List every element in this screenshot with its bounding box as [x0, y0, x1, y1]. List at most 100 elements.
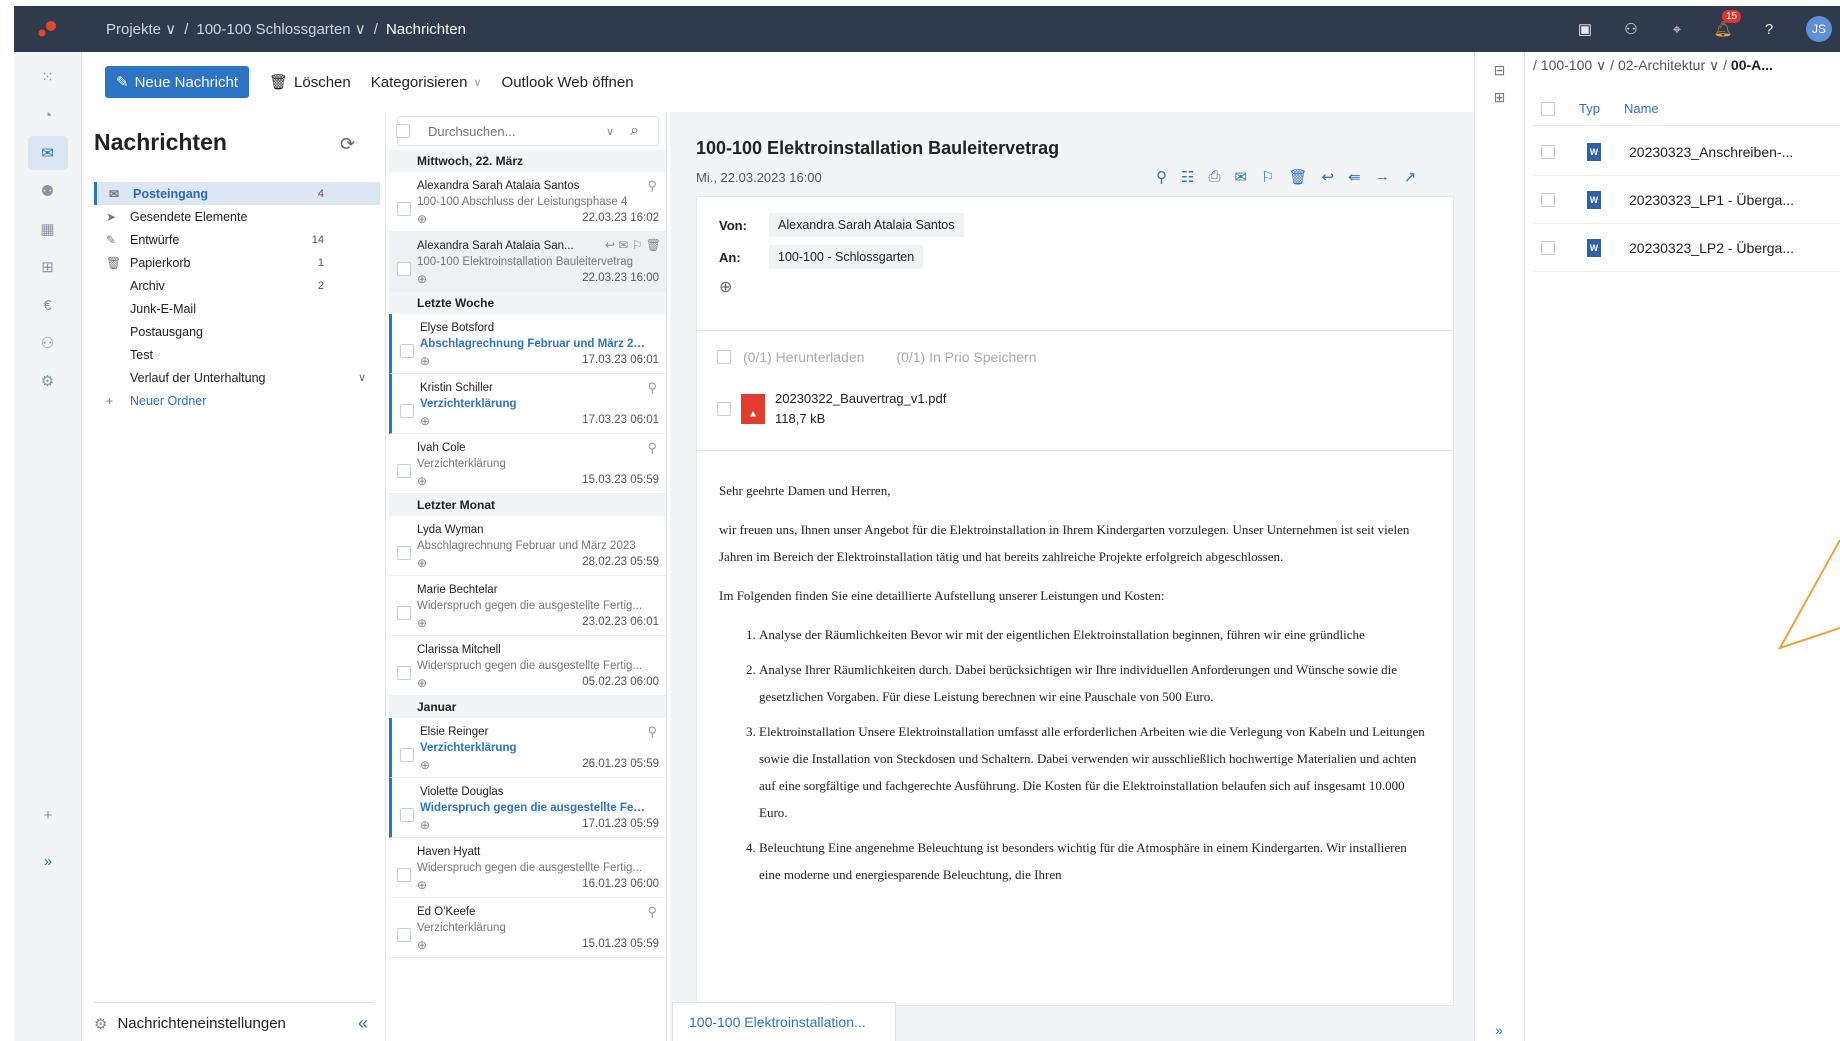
file-row[interactable]: W 20230323_LP2 - Überga... — [1533, 224, 1840, 272]
message-item[interactable]: Elyse Botsford Abschlagrechnung Februar u… — [389, 314, 666, 374]
message-checkbox[interactable] — [400, 404, 414, 418]
add-recipient-icon[interactable]: ⊕ — [719, 277, 1431, 297]
mail-icon[interactable]: ✉ — [27, 136, 68, 170]
file-row[interactable]: W 20230323_Anschreiben-... — [1533, 128, 1840, 176]
message-tab[interactable]: 100-100 Elektroinstallation... — [672, 1002, 896, 1041]
add-category-icon[interactable]: ⊕ — [420, 414, 430, 428]
add-category-icon[interactable]: ⊕ — [417, 212, 427, 226]
tree-icon[interactable]: ⊞ — [1490, 89, 1510, 106]
app-logo-icon[interactable] — [36, 20, 58, 38]
reply-all-icon[interactable]: ⇚ — [1348, 168, 1361, 186]
message-item[interactable]: Marie Bechtelar Widerspruch gegen die aus… — [389, 576, 666, 636]
attachment-item[interactable]: ⯅ 20230322_Bauvertrag_v1.pdf 118,7 kB — [717, 389, 946, 429]
message-item[interactable]: Clarissa Mitchell Widerspruch gegen die a… — [389, 636, 666, 696]
add-category-icon[interactable]: ⊕ — [417, 676, 427, 690]
folder-item[interactable]: 🗑︎ Papierkorb 1 — [94, 251, 380, 274]
search-input[interactable] — [428, 123, 598, 139]
delete-button[interactable]: 🗑︎ Löschen — [269, 73, 351, 92]
add-category-icon[interactable]: ⊕ — [420, 758, 430, 772]
list-icon[interactable]: ☷ — [1181, 168, 1194, 186]
help-icon[interactable]: ? — [1760, 20, 1778, 38]
crumb-projects[interactable]: Projekte ∨ — [106, 20, 176, 38]
new-folder-button[interactable]: + Neuer Ordner — [94, 389, 380, 412]
col-type[interactable]: Typ — [1579, 101, 1600, 116]
tools-icon[interactable]: ⌖ — [1668, 20, 1686, 38]
message-checkbox[interactable] — [397, 666, 411, 680]
users-icon[interactable]: ⚇ — [1622, 20, 1640, 38]
reply-icon[interactable]: ↩ — [1322, 168, 1335, 186]
message-item[interactable]: Haven Hyatt Widerspruch gegen die ausgest… — [389, 838, 666, 898]
folder-item[interactable]: ✎ Entwürfe 14 — [94, 228, 380, 251]
outlook-web-button[interactable]: Outlook Web öffnen — [502, 74, 634, 91]
calendar-icon[interactable]: ▦ — [28, 212, 68, 246]
forward-icon[interactable]: → — [1375, 168, 1390, 186]
file-checkbox[interactable] — [1541, 240, 1555, 255]
message-actions-icon[interactable]: ↩ ✉ ⚐ 🗑︎ — [605, 238, 661, 252]
attachment-select-checkbox[interactable] — [717, 350, 731, 364]
add-category-icon[interactable]: ⊕ — [417, 474, 427, 488]
crumb-messages[interactable]: Nachrichten — [386, 21, 466, 38]
refresh-icon[interactable]: ⟳ — [340, 134, 355, 155]
file-row[interactable]: W 20230323_LP1 - Überga... — [1533, 176, 1840, 224]
euro-icon[interactable]: € — [28, 288, 68, 322]
message-item[interactable]: Alexandra Sarah Atalaia San... 100-100 El… — [389, 232, 666, 292]
mail-icon[interactable]: ✉ — [1234, 168, 1247, 186]
people-icon[interactable]: ⚇ — [28, 326, 68, 360]
collapse-icon[interactable]: « — [358, 1013, 368, 1034]
search-icon[interactable]: ⌕ — [630, 122, 639, 140]
message-checkbox[interactable] — [400, 808, 414, 822]
message-checkbox[interactable] — [400, 748, 414, 762]
from-pill[interactable]: Alexandra Sarah Atalaia Santos — [769, 213, 964, 237]
message-item[interactable]: Elsie Reinger Verzichterklärung ⊕ 26.01.23 … — [389, 718, 666, 778]
trash-icon[interactable]: 🗑︎ — [1289, 168, 1308, 186]
open-external-icon[interactable]: ↗ — [1404, 168, 1417, 186]
message-checkbox[interactable] — [397, 928, 411, 942]
save-prio-button[interactable]: (0/1) In Prio Speichern — [896, 349, 1036, 365]
message-checkbox[interactable] — [397, 262, 411, 276]
message-checkbox[interactable] — [400, 344, 414, 358]
expand-icon[interactable]: » — [1489, 1022, 1509, 1038]
expand-icon[interactable]: » — [28, 844, 68, 878]
attachment-checkbox[interactable] — [717, 402, 731, 416]
add-category-icon[interactable]: ⊕ — [417, 878, 427, 892]
flag-icon[interactable]: ⚐ — [1261, 168, 1274, 186]
add-category-icon[interactable]: ⊕ — [417, 272, 427, 286]
message-item[interactable]: Kristin Schiller Verzichterklärung ⊕ 17.03.… — [389, 374, 666, 434]
to-pill[interactable]: 100-100 - Schlossgarten — [769, 245, 924, 269]
message-checkbox[interactable] — [397, 464, 411, 478]
print-icon[interactable]: ⎙ — [1208, 168, 1220, 186]
folder-item[interactable]: Postausgang — [94, 320, 380, 343]
message-item[interactable]: Ivah Cole Verzichterklärung ⊕ 15.03.23 05:5… — [389, 434, 666, 494]
tree-icon[interactable]: ⊞ — [28, 250, 68, 284]
folder-item[interactable]: Archiv 2 — [94, 274, 380, 297]
inbox-icon[interactable]: ⊟ — [1490, 62, 1510, 79]
categorize-button[interactable]: Kategorisieren ∨ — [371, 74, 482, 91]
contacts-icon[interactable]: ▣ — [1576, 20, 1594, 38]
folder-item[interactable]: Junk-E-Mail — [94, 297, 380, 320]
bell-icon[interactable]: 🔔︎ 15 — [1713, 10, 1742, 38]
add-category-icon[interactable]: ⊕ — [420, 818, 430, 832]
file-checkbox[interactable] — [1541, 144, 1555, 159]
plus-icon[interactable]: + — [28, 798, 68, 832]
select-all-files-checkbox[interactable] — [1541, 101, 1555, 116]
select-all-checkbox[interactable] — [396, 124, 410, 138]
message-settings-button[interactable]: ⚙ Nachrichteneinstellungen « — [94, 1002, 374, 1036]
download-button[interactable]: (0/1) Herunterladen — [743, 349, 864, 365]
folder-item[interactable]: Verlauf der Unterhaltung ∨ — [94, 366, 380, 389]
gear-icon[interactable]: ⚙ — [28, 364, 68, 398]
message-checkbox[interactable] — [397, 202, 411, 216]
add-category-icon[interactable]: ⊕ — [417, 616, 427, 630]
add-category-icon[interactable]: ⊕ — [417, 556, 427, 570]
chevron-down-icon[interactable]: ∨ — [606, 125, 614, 138]
file-checkbox[interactable] — [1541, 192, 1555, 207]
team-icon[interactable]: ⚉ — [28, 174, 68, 208]
new-message-button[interactable]: ✎ Neue Nachricht — [105, 66, 249, 98]
message-item[interactable]: Alexandra Sarah Atalaia Santos 100-100 Ab… — [389, 172, 666, 232]
folder-item[interactable]: ➤ Gesendete Elemente — [94, 205, 380, 228]
folder-item[interactable]: ✉ Posteingang 4 — [94, 182, 380, 205]
folder-item[interactable]: Test — [94, 343, 380, 366]
col-name[interactable]: Name — [1624, 101, 1659, 116]
message-item[interactable]: Violette Douglas Widerspruch gegen die au… — [389, 778, 666, 838]
message-checkbox[interactable] — [397, 546, 411, 560]
avatar[interactable]: JS — [1806, 16, 1832, 42]
